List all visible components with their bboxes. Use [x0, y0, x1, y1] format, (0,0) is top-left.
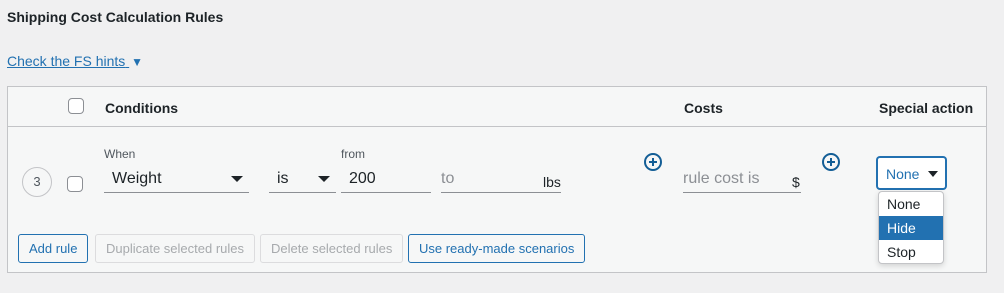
when-label: When [104, 147, 136, 161]
from-value-input[interactable]: 200 [341, 165, 431, 193]
special-action-dropdown: None Hide Stop [878, 191, 944, 264]
caret-down-icon [928, 171, 938, 177]
header-conditions: Conditions [105, 100, 179, 116]
rule-select-checkbox[interactable] [67, 176, 83, 192]
option-none[interactable]: None [879, 192, 943, 216]
weight-unit-label: lbs [543, 174, 561, 190]
operator-select[interactable]: is [269, 165, 336, 193]
from-value: 200 [349, 170, 376, 187]
fs-hints-link[interactable]: Check the FS hints ▼ [7, 53, 143, 69]
section-title: Shipping Cost Calculation Rules [7, 9, 224, 25]
from-label: from [341, 147, 365, 161]
rule-cost-placeholder: rule cost is [683, 170, 760, 187]
header-special-action: Special action [879, 100, 974, 116]
special-action-value: None [886, 166, 920, 182]
option-stop[interactable]: Stop [879, 240, 943, 263]
delete-rules-button[interactable]: Delete selected rules [260, 234, 404, 263]
duplicate-rules-button[interactable]: Duplicate selected rules [95, 234, 256, 263]
fs-hints-label: Check the FS hints [7, 53, 126, 69]
table-header: Conditions Costs Special action [8, 87, 986, 127]
currency-symbol: $ [792, 174, 800, 190]
special-action-select[interactable]: None [877, 157, 946, 189]
add-cost-plus-icon[interactable] [822, 153, 840, 171]
select-all-checkbox[interactable] [68, 98, 84, 114]
caret-down-icon [231, 176, 243, 182]
rule-cost-input[interactable]: rule cost is [683, 165, 801, 193]
rule-number-badge: 3 [22, 167, 52, 197]
add-condition-plus-icon[interactable] [644, 153, 662, 171]
option-hide[interactable]: Hide [879, 216, 943, 240]
to-placeholder: to [441, 170, 455, 187]
operator-value: is [277, 170, 289, 187]
header-costs: Costs [684, 100, 723, 116]
condition-field-select[interactable]: Weight [104, 165, 249, 193]
ready-made-scenarios-button[interactable]: Use ready-made scenarios [408, 234, 586, 263]
caret-down-icon [318, 176, 330, 182]
triangle-down-icon: ▼ [131, 55, 144, 69]
add-rule-button[interactable]: Add rule [18, 234, 89, 263]
condition-field-value: Weight [112, 170, 162, 187]
